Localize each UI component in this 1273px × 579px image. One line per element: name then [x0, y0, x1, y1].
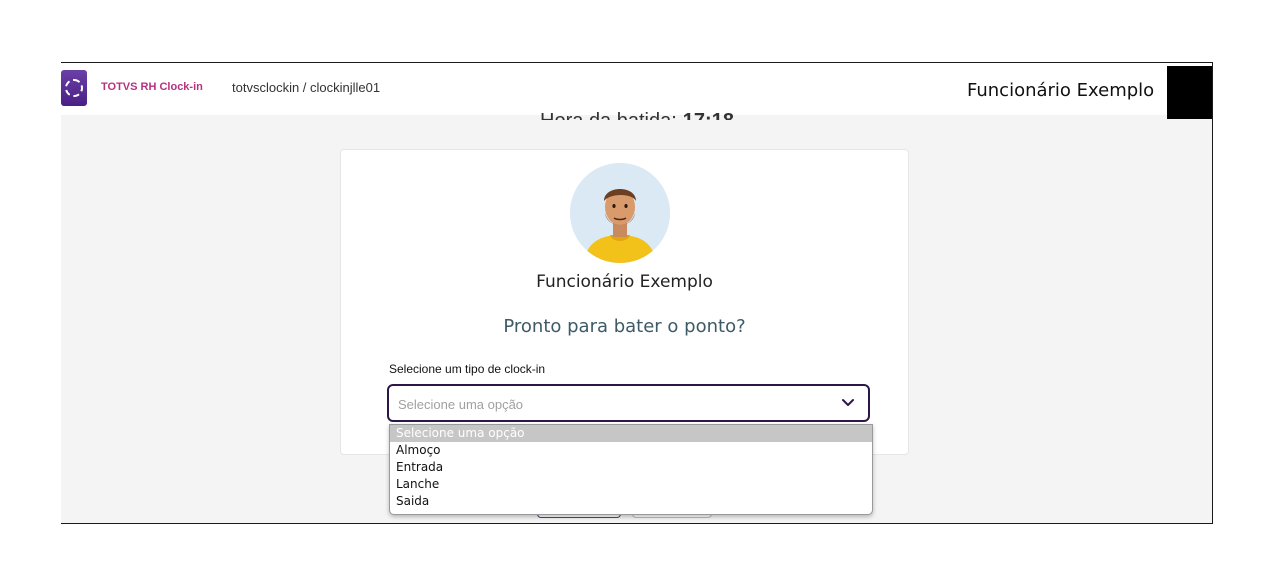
app-name[interactable]: TOTVS RH Clock-in	[101, 81, 203, 93]
frame-right-border	[1212, 62, 1213, 524]
frame-bottom-border	[61, 523, 1213, 524]
clockin-type-options: Selecione uma opção Almoço Entrada Lanch…	[389, 424, 873, 515]
clockin-card: Funcionário Exemplo Pronto para bater o …	[340, 149, 909, 455]
header-user-name[interactable]: Funcionário Exemplo	[967, 80, 1154, 101]
clock-time: 17:18	[683, 110, 734, 120]
option-lanche[interactable]: Lanche	[390, 476, 872, 493]
breadcrumb: totvsclockin / clockinjlle01	[232, 80, 381, 95]
logo-ring-icon	[65, 79, 83, 97]
select-placeholder: Selecione uma opção	[398, 397, 524, 412]
ready-prompt: Pronto para bater o ponto?	[503, 316, 746, 337]
option-placeholder[interactable]: Selecione uma opção	[390, 425, 872, 442]
clock-label: Hora da batida:	[540, 110, 677, 120]
user-avatar	[570, 163, 670, 263]
frame-top-border	[61, 62, 1213, 63]
option-almoco[interactable]: Almoço	[390, 442, 872, 459]
clockin-type-label: Selecione um tipo de clock-in	[389, 362, 546, 376]
page: TOTVS RH Clock-in totvsclockin / clockin…	[0, 0, 1273, 579]
option-saida[interactable]: Saida	[390, 493, 872, 510]
clockin-type-select[interactable]: Selecione uma opção	[387, 384, 870, 422]
totvs-clockin-logo-icon[interactable]	[61, 70, 87, 106]
employee-name: Funcionário Exemplo	[536, 272, 713, 292]
option-entrada[interactable]: Entrada	[390, 459, 872, 476]
clock-time-line: Hora da batida: 17:18	[61, 106, 1213, 120]
app-window: TOTVS RH Clock-in totvsclockin / clockin…	[61, 62, 1213, 524]
avatar-illustration-icon	[570, 163, 670, 263]
chevron-down-icon[interactable]	[840, 394, 856, 410]
